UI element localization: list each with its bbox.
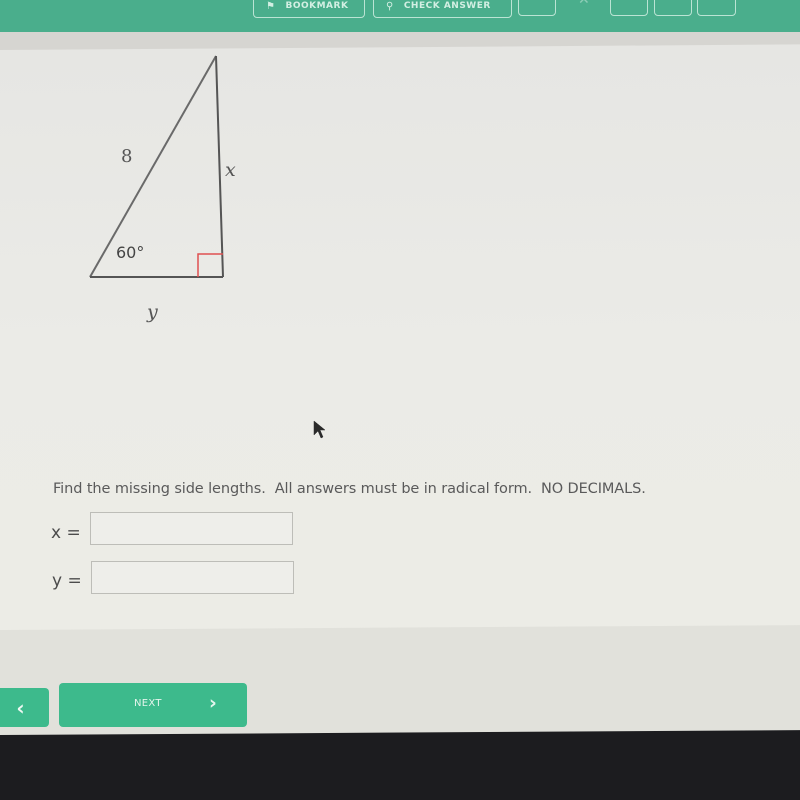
angle-label: 60° <box>116 243 144 262</box>
previous-button[interactable]: ‹ <box>0 688 49 727</box>
next-button[interactable]: NEXT › <box>59 683 247 727</box>
close-icon[interactable]: ✕ <box>578 0 590 8</box>
check-answer-label: CHECK ANSWER <box>403 1 491 11</box>
y-answer-label: y = <box>52 571 82 591</box>
triangle-figure: 8 x 60° y <box>89 55 236 323</box>
check-answer-button[interactable]: ⚲ CHECK ANSWER <box>373 0 512 18</box>
chevron-right-icon: › <box>209 692 217 714</box>
horizontal-leg-label: y <box>146 301 158 323</box>
x-answer-input[interactable] <box>90 512 293 545</box>
more-button[interactable] <box>697 0 736 16</box>
hypotenuse-label: 8 <box>121 146 132 167</box>
check-answer-icon: ⚲ <box>386 0 394 12</box>
top-toolbar: ⚑ BOOKMARK ⚲ CHECK ANSWER ✕ <box>0 0 800 32</box>
vertical-leg-label: x <box>225 159 236 181</box>
next-label: NEXT <box>134 698 162 709</box>
bookmark-icon: ⚑ <box>266 0 276 12</box>
y-answer-input[interactable] <box>91 561 294 594</box>
hypotenuse-line <box>89 55 217 278</box>
bookmark-label: BOOKMARK <box>285 1 349 11</box>
tool-button[interactable] <box>654 0 692 16</box>
x-answer-label: x = <box>51 523 81 543</box>
bookmark-button[interactable]: ⚑ BOOKMARK <box>253 0 365 18</box>
question-instructions: Find the missing side lengths. All answe… <box>53 481 646 497</box>
mouse-cursor <box>313 420 326 439</box>
chevron-left-icon: ‹ <box>16 695 25 720</box>
right-angle-marker <box>197 253 223 277</box>
calculator-button[interactable] <box>518 0 556 16</box>
reference-button[interactable] <box>610 0 648 16</box>
vertical-leg-line <box>215 55 224 278</box>
